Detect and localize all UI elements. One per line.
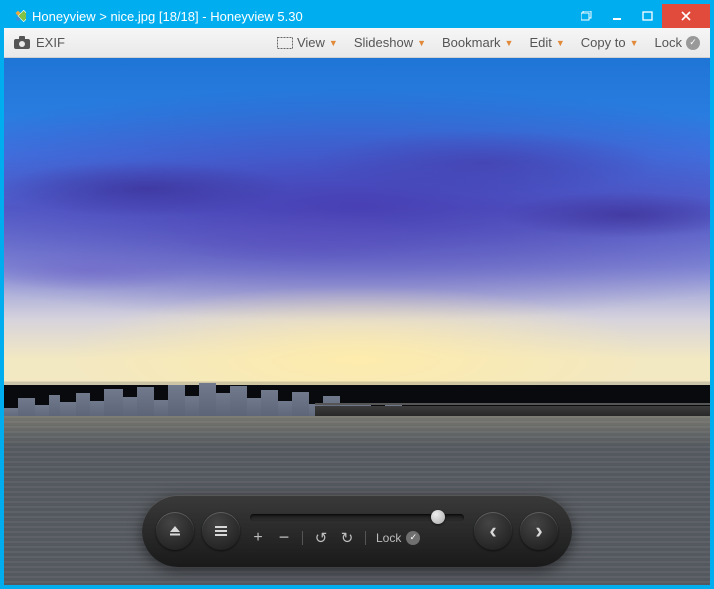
chevron-down-icon: ▼ <box>630 38 639 48</box>
view-icon <box>277 37 293 49</box>
bookmark-label: Bookmark <box>442 35 501 50</box>
minimize-button[interactable] <box>602 4 632 28</box>
restore-down-icon[interactable] <box>572 4 602 28</box>
camera-icon <box>14 36 30 49</box>
overlay-controls: + − ↺ ↻ Lock ✓ ‹ › <box>142 495 572 567</box>
menu-icon <box>214 525 228 537</box>
next-button[interactable]: › <box>520 512 558 550</box>
title-version: Honeyview 5.30 <box>210 9 303 24</box>
zoom-slider-thumb[interactable] <box>431 510 445 524</box>
eject-icon <box>168 524 182 538</box>
overlay-right-group: ‹ › <box>474 512 558 550</box>
zoom-out-button[interactable]: − <box>276 527 292 548</box>
check-circle-icon: ✓ <box>406 531 420 545</box>
overlay-left-group <box>156 512 240 550</box>
chevron-down-icon: ▼ <box>417 38 426 48</box>
rotate-left-button[interactable]: ↺ <box>313 529 329 547</box>
overlay-center-row: + − ↺ ↻ Lock ✓ <box>250 527 464 548</box>
image-viewport[interactable]: + − ↺ ↻ Lock ✓ ‹ › <box>4 58 710 585</box>
maximize-button[interactable] <box>632 4 662 28</box>
window-controls <box>572 4 710 28</box>
title-filename: nice.jpg <box>110 9 155 24</box>
chevron-left-icon: ‹ <box>489 518 496 544</box>
overlay-center-group: + − ↺ ↻ Lock ✓ <box>250 514 464 548</box>
chevron-down-icon: ▼ <box>556 38 565 48</box>
separator <box>302 531 303 545</box>
view-label: View <box>297 35 325 50</box>
chevron-right-icon: › <box>535 518 542 544</box>
exif-label: EXIF <box>36 35 65 50</box>
app-window: Honeyview > nice.jpg [18/18] - Honeyview… <box>0 0 714 589</box>
lock-overlay-label: Lock <box>376 531 401 545</box>
lock-toolbar-button[interactable]: Lock ✓ <box>655 35 700 50</box>
titlebar[interactable]: Honeyview > nice.jpg [18/18] - Honeyview… <box>4 4 710 28</box>
lock-overlay-button[interactable]: Lock ✓ <box>376 531 420 545</box>
title-dash: - <box>202 9 206 24</box>
slideshow-label: Slideshow <box>354 35 413 50</box>
slideshow-menu[interactable]: Slideshow ▼ <box>354 35 426 50</box>
chevron-down-icon: ▼ <box>505 38 514 48</box>
close-button[interactable] <box>662 4 710 28</box>
rotate-right-button[interactable]: ↻ <box>339 529 355 547</box>
eject-button[interactable] <box>156 512 194 550</box>
edit-label: Edit <box>529 35 551 50</box>
prev-button[interactable]: ‹ <box>474 512 512 550</box>
check-circle-icon: ✓ <box>686 36 700 50</box>
copyto-label: Copy to <box>581 35 626 50</box>
zoom-in-button[interactable]: + <box>250 529 266 547</box>
separator <box>365 531 366 545</box>
view-menu[interactable]: View ▼ <box>277 35 338 50</box>
lock-label: Lock <box>655 35 682 50</box>
zoom-slider[interactable] <box>250 514 464 521</box>
title-sep: > <box>99 9 107 24</box>
exif-button[interactable]: EXIF <box>14 35 65 50</box>
main-toolbar: EXIF View ▼ Slideshow ▼ Bookmark ▼ Edit … <box>4 28 710 58</box>
edit-menu[interactable]: Edit ▼ <box>529 35 564 50</box>
chevron-down-icon: ▼ <box>329 38 338 48</box>
window-title: Honeyview > nice.jpg [18/18] - Honeyview… <box>32 9 572 24</box>
bookmark-menu[interactable]: Bookmark ▼ <box>442 35 513 50</box>
menu-button[interactable] <box>202 512 240 550</box>
title-app: Honeyview <box>32 9 96 24</box>
copyto-menu[interactable]: Copy to ▼ <box>581 35 639 50</box>
title-index: [18/18] <box>159 9 199 24</box>
app-logo-icon <box>10 8 26 24</box>
